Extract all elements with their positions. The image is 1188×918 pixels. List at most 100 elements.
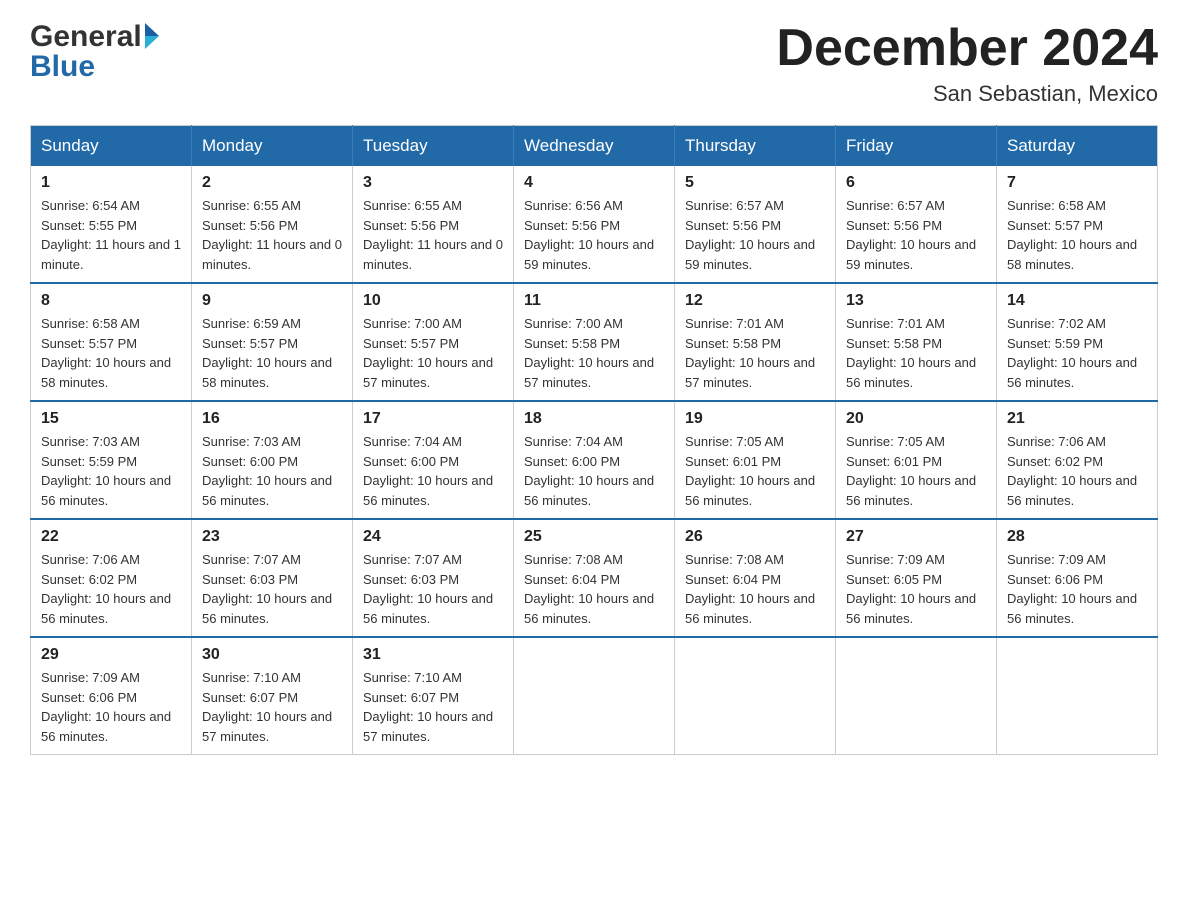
- day-info: Sunrise: 7:09 AMSunset: 6:06 PMDaylight:…: [41, 668, 181, 746]
- day-number: 31: [363, 646, 503, 664]
- day-number: 5: [685, 174, 825, 192]
- calendar-cell: 27 Sunrise: 7:09 AMSunset: 6:05 PMDaylig…: [836, 519, 997, 637]
- calendar-week-row: 8 Sunrise: 6:58 AMSunset: 5:57 PMDayligh…: [31, 283, 1158, 401]
- calendar-cell: [675, 637, 836, 755]
- day-number: 18: [524, 410, 664, 428]
- day-info: Sunrise: 7:01 AMSunset: 5:58 PMDaylight:…: [846, 314, 986, 392]
- calendar-cell: 4 Sunrise: 6:56 AMSunset: 5:56 PMDayligh…: [514, 166, 675, 283]
- calendar-week-row: 15 Sunrise: 7:03 AMSunset: 5:59 PMDaylig…: [31, 401, 1158, 519]
- calendar-cell: 7 Sunrise: 6:58 AMSunset: 5:57 PMDayligh…: [997, 166, 1158, 283]
- calendar-cell: 1 Sunrise: 6:54 AMSunset: 5:55 PMDayligh…: [31, 166, 192, 283]
- day-info: Sunrise: 7:04 AMSunset: 6:00 PMDaylight:…: [524, 432, 664, 510]
- page-header: General Blue December 2024 San Sebastian…: [30, 20, 1158, 107]
- calendar-header-monday: Monday: [192, 126, 353, 167]
- day-number: 15: [41, 410, 181, 428]
- calendar-cell: 9 Sunrise: 6:59 AMSunset: 5:57 PMDayligh…: [192, 283, 353, 401]
- calendar-cell: 25 Sunrise: 7:08 AMSunset: 6:04 PMDaylig…: [514, 519, 675, 637]
- day-info: Sunrise: 6:57 AMSunset: 5:56 PMDaylight:…: [685, 196, 825, 274]
- calendar-cell: 21 Sunrise: 7:06 AMSunset: 6:02 PMDaylig…: [997, 401, 1158, 519]
- calendar-week-row: 29 Sunrise: 7:09 AMSunset: 6:06 PMDaylig…: [31, 637, 1158, 755]
- day-number: 6: [846, 174, 986, 192]
- calendar-cell: 2 Sunrise: 6:55 AMSunset: 5:56 PMDayligh…: [192, 166, 353, 283]
- calendar-header-wednesday: Wednesday: [514, 126, 675, 167]
- calendar-cell: 31 Sunrise: 7:10 AMSunset: 6:07 PMDaylig…: [353, 637, 514, 755]
- day-info: Sunrise: 6:57 AMSunset: 5:56 PMDaylight:…: [846, 196, 986, 274]
- calendar-cell: 26 Sunrise: 7:08 AMSunset: 6:04 PMDaylig…: [675, 519, 836, 637]
- logo-general-text: General: [30, 20, 142, 54]
- day-info: Sunrise: 6:55 AMSunset: 5:56 PMDaylight:…: [202, 196, 342, 274]
- logo-blue-text: Blue: [30, 50, 95, 84]
- logo-arrows-icon: [145, 23, 159, 49]
- day-info: Sunrise: 7:10 AMSunset: 6:07 PMDaylight:…: [202, 668, 342, 746]
- calendar-cell: 5 Sunrise: 6:57 AMSunset: 5:56 PMDayligh…: [675, 166, 836, 283]
- day-number: 22: [41, 528, 181, 546]
- day-info: Sunrise: 7:03 AMSunset: 6:00 PMDaylight:…: [202, 432, 342, 510]
- day-number: 7: [1007, 174, 1147, 192]
- day-info: Sunrise: 7:00 AMSunset: 5:58 PMDaylight:…: [524, 314, 664, 392]
- calendar-cell: 22 Sunrise: 7:06 AMSunset: 6:02 PMDaylig…: [31, 519, 192, 637]
- calendar-header-row: SundayMondayTuesdayWednesdayThursdayFrid…: [31, 126, 1158, 167]
- day-info: Sunrise: 7:03 AMSunset: 5:59 PMDaylight:…: [41, 432, 181, 510]
- calendar-cell: 18 Sunrise: 7:04 AMSunset: 6:00 PMDaylig…: [514, 401, 675, 519]
- calendar-cell: 15 Sunrise: 7:03 AMSunset: 5:59 PMDaylig…: [31, 401, 192, 519]
- calendar-cell: 8 Sunrise: 6:58 AMSunset: 5:57 PMDayligh…: [31, 283, 192, 401]
- calendar-cell: 28 Sunrise: 7:09 AMSunset: 6:06 PMDaylig…: [997, 519, 1158, 637]
- location-subtitle: San Sebastian, Mexico: [776, 81, 1158, 107]
- day-number: 21: [1007, 410, 1147, 428]
- day-info: Sunrise: 7:09 AMSunset: 6:05 PMDaylight:…: [846, 550, 986, 628]
- day-info: Sunrise: 7:01 AMSunset: 5:58 PMDaylight:…: [685, 314, 825, 392]
- month-year-title: December 2024: [776, 20, 1158, 77]
- calendar-cell: [514, 637, 675, 755]
- day-info: Sunrise: 7:09 AMSunset: 6:06 PMDaylight:…: [1007, 550, 1147, 628]
- day-number: 12: [685, 292, 825, 310]
- day-info: Sunrise: 7:05 AMSunset: 6:01 PMDaylight:…: [846, 432, 986, 510]
- day-number: 8: [41, 292, 181, 310]
- calendar-cell: 24 Sunrise: 7:07 AMSunset: 6:03 PMDaylig…: [353, 519, 514, 637]
- day-number: 17: [363, 410, 503, 428]
- calendar-cell: 3 Sunrise: 6:55 AMSunset: 5:56 PMDayligh…: [353, 166, 514, 283]
- day-number: 14: [1007, 292, 1147, 310]
- calendar-cell: 29 Sunrise: 7:09 AMSunset: 6:06 PMDaylig…: [31, 637, 192, 755]
- calendar-cell: [836, 637, 997, 755]
- day-number: 10: [363, 292, 503, 310]
- calendar-table: SundayMondayTuesdayWednesdayThursdayFrid…: [30, 125, 1158, 755]
- calendar-header-friday: Friday: [836, 126, 997, 167]
- day-number: 27: [846, 528, 986, 546]
- calendar-cell: 23 Sunrise: 7:07 AMSunset: 6:03 PMDaylig…: [192, 519, 353, 637]
- calendar-week-row: 1 Sunrise: 6:54 AMSunset: 5:55 PMDayligh…: [31, 166, 1158, 283]
- calendar-cell: 10 Sunrise: 7:00 AMSunset: 5:57 PMDaylig…: [353, 283, 514, 401]
- day-info: Sunrise: 6:54 AMSunset: 5:55 PMDaylight:…: [41, 196, 181, 274]
- day-info: Sunrise: 6:58 AMSunset: 5:57 PMDaylight:…: [41, 314, 181, 392]
- calendar-header-tuesday: Tuesday: [353, 126, 514, 167]
- day-info: Sunrise: 7:08 AMSunset: 6:04 PMDaylight:…: [524, 550, 664, 628]
- day-number: 13: [846, 292, 986, 310]
- day-info: Sunrise: 7:00 AMSunset: 5:57 PMDaylight:…: [363, 314, 503, 392]
- calendar-cell: 12 Sunrise: 7:01 AMSunset: 5:58 PMDaylig…: [675, 283, 836, 401]
- day-info: Sunrise: 7:02 AMSunset: 5:59 PMDaylight:…: [1007, 314, 1147, 392]
- calendar-header-sunday: Sunday: [31, 126, 192, 167]
- day-number: 19: [685, 410, 825, 428]
- calendar-week-row: 22 Sunrise: 7:06 AMSunset: 6:02 PMDaylig…: [31, 519, 1158, 637]
- logo: General Blue: [30, 20, 159, 84]
- day-number: 4: [524, 174, 664, 192]
- calendar-cell: 19 Sunrise: 7:05 AMSunset: 6:01 PMDaylig…: [675, 401, 836, 519]
- calendar-cell: 17 Sunrise: 7:04 AMSunset: 6:00 PMDaylig…: [353, 401, 514, 519]
- day-number: 30: [202, 646, 342, 664]
- day-info: Sunrise: 7:08 AMSunset: 6:04 PMDaylight:…: [685, 550, 825, 628]
- day-info: Sunrise: 7:10 AMSunset: 6:07 PMDaylight:…: [363, 668, 503, 746]
- title-section: December 2024 San Sebastian, Mexico: [776, 20, 1158, 107]
- calendar-cell: 6 Sunrise: 6:57 AMSunset: 5:56 PMDayligh…: [836, 166, 997, 283]
- day-number: 11: [524, 292, 664, 310]
- day-number: 23: [202, 528, 342, 546]
- day-number: 2: [202, 174, 342, 192]
- calendar-cell: 30 Sunrise: 7:10 AMSunset: 6:07 PMDaylig…: [192, 637, 353, 755]
- day-info: Sunrise: 7:06 AMSunset: 6:02 PMDaylight:…: [41, 550, 181, 628]
- calendar-cell: 16 Sunrise: 7:03 AMSunset: 6:00 PMDaylig…: [192, 401, 353, 519]
- calendar-cell: 14 Sunrise: 7:02 AMSunset: 5:59 PMDaylig…: [997, 283, 1158, 401]
- day-number: 16: [202, 410, 342, 428]
- day-info: Sunrise: 6:56 AMSunset: 5:56 PMDaylight:…: [524, 196, 664, 274]
- day-info: Sunrise: 7:05 AMSunset: 6:01 PMDaylight:…: [685, 432, 825, 510]
- day-info: Sunrise: 6:59 AMSunset: 5:57 PMDaylight:…: [202, 314, 342, 392]
- day-info: Sunrise: 7:06 AMSunset: 6:02 PMDaylight:…: [1007, 432, 1147, 510]
- calendar-cell: [997, 637, 1158, 755]
